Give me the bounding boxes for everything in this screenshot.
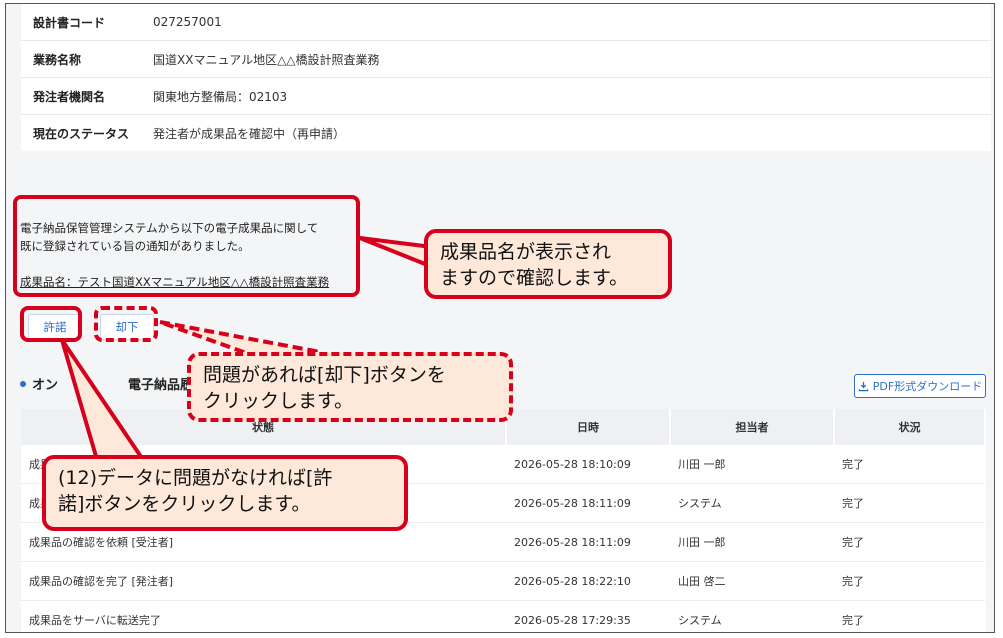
- info-label: 業務名称: [33, 52, 82, 67]
- cell-person: 川田 一郎: [670, 522, 834, 562]
- cell-state: 完了: [834, 600, 985, 632]
- table-row: 成果品の確認を完了 [発注者] 2026-05-28 18:22:10 山田 啓…: [21, 561, 985, 601]
- info-table: 設計書コード 027257001 業務名称 国道XXマニュアル地区△△橋設計照査…: [21, 4, 991, 151]
- section-title: オン 電子納品履: [20, 374, 193, 393]
- column-header-state: 状況: [834, 409, 986, 445]
- cell-datetime: 2026-05-28 17:29:35: [506, 600, 670, 632]
- callout-reject: 問題があれば[却下]ボタンを クリックします。: [187, 352, 513, 422]
- pdf-download-label: PDF形式ダウンロード: [872, 380, 983, 393]
- column-header-person: 担当者: [670, 409, 835, 445]
- callout-text: 成果品名が表示され: [440, 241, 612, 263]
- cell-datetime: 2026-05-28 18:11:09: [506, 522, 670, 562]
- download-icon: [858, 381, 869, 391]
- section-title-head: オン: [32, 378, 59, 393]
- table-row: 成果品をサーバに転送完了 2026-05-28 17:29:35 システム 完了: [21, 600, 985, 632]
- info-value: 発注者が成果品を確認中（再申請）: [153, 126, 346, 141]
- cell-state: 完了: [834, 561, 985, 601]
- highlight-approve-button: [20, 306, 82, 342]
- cell-person: システム: [670, 483, 834, 523]
- section-title-tail: 電子納品履: [128, 378, 194, 393]
- bullet-icon: [20, 380, 26, 387]
- cell-status: 成果品の確認を完了 [発注者]: [21, 561, 506, 601]
- cell-state: 完了: [834, 522, 985, 562]
- cell-person: 山田 啓二: [670, 561, 834, 601]
- cell-status: 成果品をサーバに転送完了: [21, 600, 506, 632]
- highlight-product: [13, 195, 360, 297]
- cell-state: 完了: [834, 483, 985, 523]
- cell-person: システム: [670, 600, 834, 632]
- info-row-code: 設計書コード 027257001: [21, 4, 991, 41]
- highlight-reject-button: [94, 306, 158, 342]
- cell-datetime: 2026-05-28 18:22:10: [506, 561, 670, 601]
- info-row-status: 現在のステータス 発注者が成果品を確認中（再申請）: [21, 115, 991, 151]
- callout-text: (12)データに問題がなければ[許: [58, 467, 333, 489]
- cell-state: 完了: [834, 445, 985, 484]
- callout-approve: (12)データに問題がなければ[許 諾]ボタンをクリックします。: [42, 455, 408, 531]
- pdf-download-button[interactable]: PDF形式ダウンロード: [854, 374, 986, 398]
- info-label: 設計書コード: [33, 15, 106, 30]
- cell-person: 川田 一郎: [670, 445, 834, 484]
- cell-datetime: 2026-05-28 18:10:09: [506, 445, 670, 484]
- info-label: 発注者機関名: [33, 89, 106, 104]
- info-value: 国道XXマニュアル地区△△橋設計照査業務: [153, 52, 380, 67]
- callout-text: 諾]ボタンをクリックします。: [58, 493, 311, 515]
- cell-datetime: 2026-05-28 18:11:09: [506, 483, 670, 523]
- callout-product: 成果品名が表示され ますので確認します。: [424, 229, 672, 299]
- info-value: 関東地方整備局：02103: [153, 89, 288, 104]
- callout-text: ますので確認します。: [440, 267, 629, 289]
- info-row-org: 発注者機関名 関東地方整備局：02103: [21, 78, 991, 115]
- info-row-name: 業務名称 国道XXマニュアル地区△△橋設計照査業務: [21, 41, 991, 78]
- column-header-datetime: 日時: [506, 409, 671, 445]
- callout-text: クリックします。: [203, 390, 354, 412]
- callout-text: 問題があれば[却下]ボタンを: [203, 364, 446, 386]
- info-value: 027257001: [153, 15, 222, 29]
- info-label: 現在のステータス: [33, 126, 130, 141]
